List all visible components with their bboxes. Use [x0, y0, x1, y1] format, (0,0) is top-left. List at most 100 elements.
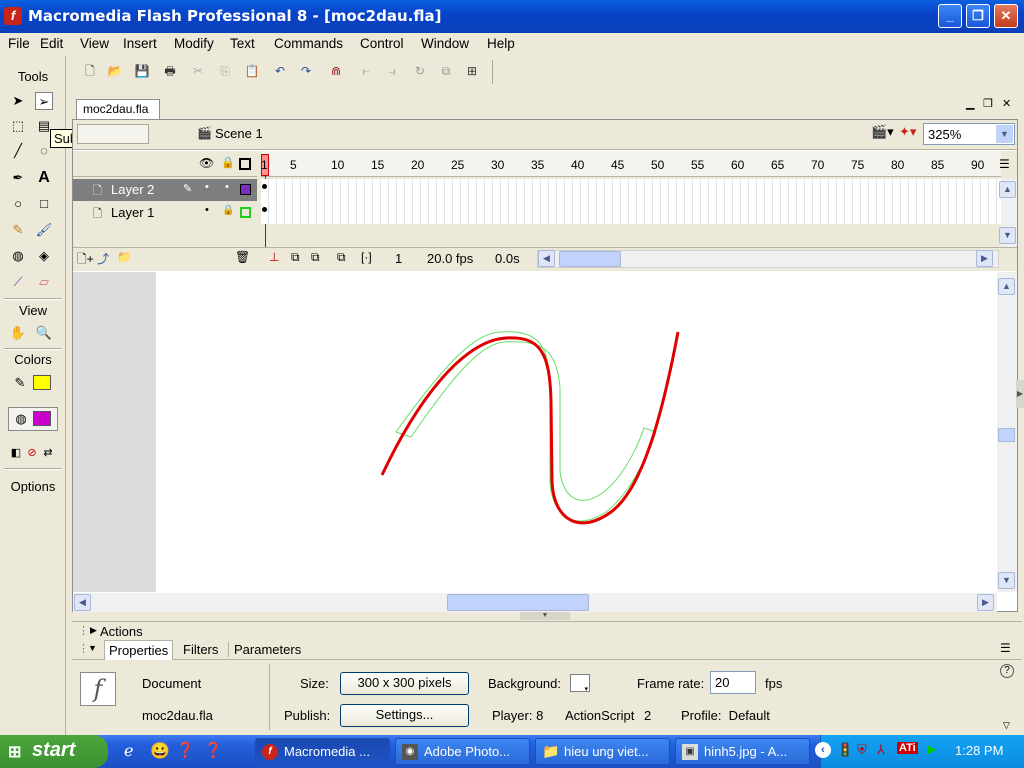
outline-icon[interactable] — [239, 158, 251, 170]
traffic-light-icon[interactable]: 🚦 — [837, 742, 853, 758]
document-tab[interactable]: moc2dau.fla — [76, 99, 160, 119]
taskbar-button-folder[interactable]: 📁 hieu ung viet... — [535, 738, 670, 765]
help-icon[interactable]: ? — [1000, 664, 1014, 678]
pencil-tool-icon[interactable]: ✎ — [9, 221, 27, 239]
redo-icon[interactable]: ↷ — [298, 63, 314, 79]
rotate-icon[interactable]: ↻ — [412, 63, 428, 79]
zoom-select[interactable]: 325% ▼ — [923, 123, 1015, 145]
layer-name[interactable]: Layer 1 — [111, 205, 154, 220]
chevron-down-icon[interactable]: ▼ — [996, 125, 1013, 143]
menu-text[interactable]: Text — [230, 36, 255, 51]
ie-quicklaunch-icon[interactable]: ℯ — [124, 741, 133, 761]
keyframe[interactable] — [262, 207, 267, 212]
scroll-right-button[interactable]: ▶ — [976, 250, 993, 267]
modify-markers-icon[interactable]: [·] — [361, 250, 372, 264]
taskbar-button-photoshop[interactable]: ◉ Adobe Photo... — [395, 738, 530, 765]
layer-row-2[interactable]: 🗋 Layer 2 ✎ • • — [73, 179, 257, 201]
edit-multiple-frames-icon[interactable]: ⧉ — [337, 250, 346, 265]
settings-button[interactable]: Settings... — [340, 704, 469, 727]
panel-collapse-bottom-icon[interactable]: ▼ — [520, 612, 570, 620]
close-button[interactable]: ✕ — [994, 4, 1018, 28]
collapse-arrow-icon[interactable]: ▼ — [88, 643, 97, 653]
background-color-swatch[interactable]: ▾ — [570, 674, 590, 693]
menu-file[interactable]: File — [8, 36, 30, 51]
expand-arrow-icon[interactable]: ▶ — [90, 625, 97, 636]
tray-expand-icon[interactable]: ‹ — [815, 742, 831, 758]
stage-scroll-down-button[interactable]: ▼ — [998, 572, 1015, 589]
antivirus-icon[interactable]: ⛨ — [857, 742, 867, 758]
taskbar-button-image[interactable]: ▣ hinh5.jpg - A... — [675, 738, 810, 765]
edit-symbols-icon[interactable]: ✦▾ — [899, 124, 916, 140]
stroke-color-swatch[interactable] — [33, 375, 51, 390]
line-tool-icon[interactable]: ╱ — [9, 142, 27, 160]
delete-layer-icon[interactable]: 🗑 — [235, 250, 250, 264]
menu-window[interactable]: Window — [421, 36, 469, 51]
help2-quicklaunch-icon[interactable]: ❓ — [204, 741, 223, 759]
copy-icon[interactable]: ⎘ — [217, 63, 233, 79]
save-icon[interactable]: 💾 — [134, 63, 150, 79]
add-folder-icon[interactable]: 📁 — [117, 250, 132, 264]
menu-help[interactable]: Help — [487, 36, 515, 51]
scroll-up-button[interactable]: ▲ — [999, 181, 1016, 198]
menu-commands[interactable]: Commands — [274, 36, 343, 51]
size-button[interactable]: 300 x 300 pixels — [340, 672, 469, 695]
expand-panel-icon[interactable]: ▽ — [1003, 720, 1010, 731]
actions-panel-title[interactable]: Actions — [100, 624, 143, 639]
tab-filters[interactable]: Filters — [183, 642, 218, 657]
panel-menu-icon[interactable]: ☰ — [1000, 641, 1011, 655]
layer-row-1[interactable]: 🗋 Layer 1 • 🔒 — [73, 202, 257, 224]
eraser-tool-icon[interactable]: ▱ — [35, 273, 53, 291]
stage-scroll-right-button[interactable]: ▶ — [977, 594, 994, 611]
stage-hscroll-thumb[interactable] — [447, 594, 589, 611]
messenger-quicklaunch-icon[interactable]: 😀 — [150, 741, 170, 761]
media-player-icon[interactable]: ▶ — [927, 742, 936, 756]
center-frame-icon[interactable]: ⊥ — [269, 250, 279, 264]
frame-rate-input[interactable] — [710, 671, 756, 694]
stage-artwork[interactable] — [156, 272, 996, 592]
acrobat-icon[interactable]: ⅄ — [877, 742, 885, 758]
scroll-left-button[interactable]: ◀ — [538, 250, 555, 267]
cut-icon[interactable]: ✂ — [190, 63, 206, 79]
subselection-tool-icon[interactable]: ➢ — [35, 92, 53, 110]
open-file-icon[interactable]: 📂 — [107, 63, 123, 79]
selection-tool-icon[interactable]: ➤ — [9, 92, 27, 110]
oval-tool-icon[interactable]: ○ — [9, 195, 27, 213]
scene-label[interactable]: Scene 1 — [215, 126, 263, 141]
panel-collapse-right-icon[interactable]: ▶ — [1016, 380, 1024, 408]
visibility-dot[interactable]: • — [205, 204, 209, 216]
doc-close-button[interactable]: ✕ — [1002, 97, 1011, 110]
scroll-thumb[interactable] — [559, 251, 621, 267]
align-icon[interactable]: ⊞ — [464, 63, 480, 79]
maximize-button[interactable]: ❐ — [966, 4, 990, 28]
onion-skin-icon[interactable]: ⧉ — [291, 250, 300, 265]
scale-icon[interactable]: ⧉ — [438, 63, 454, 79]
paint-bucket-tool-icon[interactable]: ◈ — [35, 247, 53, 265]
grip-icon[interactable]: ⋮ — [78, 624, 89, 637]
eye-icon[interactable]: 👁 — [199, 156, 214, 170]
snap-magnet-icon[interactable]: ⋒ — [328, 63, 344, 79]
frame-grid[interactable] — [261, 179, 1001, 224]
lock-icon[interactable]: 🔒 — [221, 156, 235, 169]
fill-color-swatch[interactable] — [33, 411, 51, 426]
minimize-button[interactable]: _ — [938, 4, 962, 28]
menu-insert[interactable]: Insert — [123, 36, 157, 51]
menu-control[interactable]: Control — [360, 36, 404, 51]
lock-dot[interactable]: • — [225, 181, 229, 193]
taskbar-button-flash[interactable]: f Macromedia ... — [255, 738, 390, 765]
new-file-icon[interactable]: 🗋 — [82, 63, 98, 79]
scroll-down-button[interactable]: ▼ — [999, 227, 1016, 244]
visibility-dot[interactable]: • — [205, 181, 209, 193]
add-layer-icon[interactable]: 🗋+ — [77, 250, 94, 271]
help-quicklaunch-icon[interactable]: ❓ — [176, 741, 195, 759]
lock-icon[interactable]: 🔒 — [222, 205, 234, 216]
edit-scene-icon[interactable]: 🎬▾ — [871, 124, 894, 140]
menu-modify[interactable]: Modify — [174, 36, 214, 51]
stage-scroll-left-button[interactable]: ◀ — [74, 594, 91, 611]
menu-edit[interactable]: Edit — [40, 36, 63, 51]
undo-icon[interactable]: ↶ — [272, 63, 288, 79]
eyedropper-tool-icon[interactable]: ⟋ — [9, 273, 27, 291]
swap-colors-icon[interactable]: ⇄ — [39, 444, 57, 462]
pen-tool-icon[interactable]: ✒ — [9, 169, 27, 187]
doc-minimize-button[interactable]: ▁ — [966, 97, 974, 110]
brush-tool-icon[interactable]: 🖌 — [35, 221, 53, 239]
